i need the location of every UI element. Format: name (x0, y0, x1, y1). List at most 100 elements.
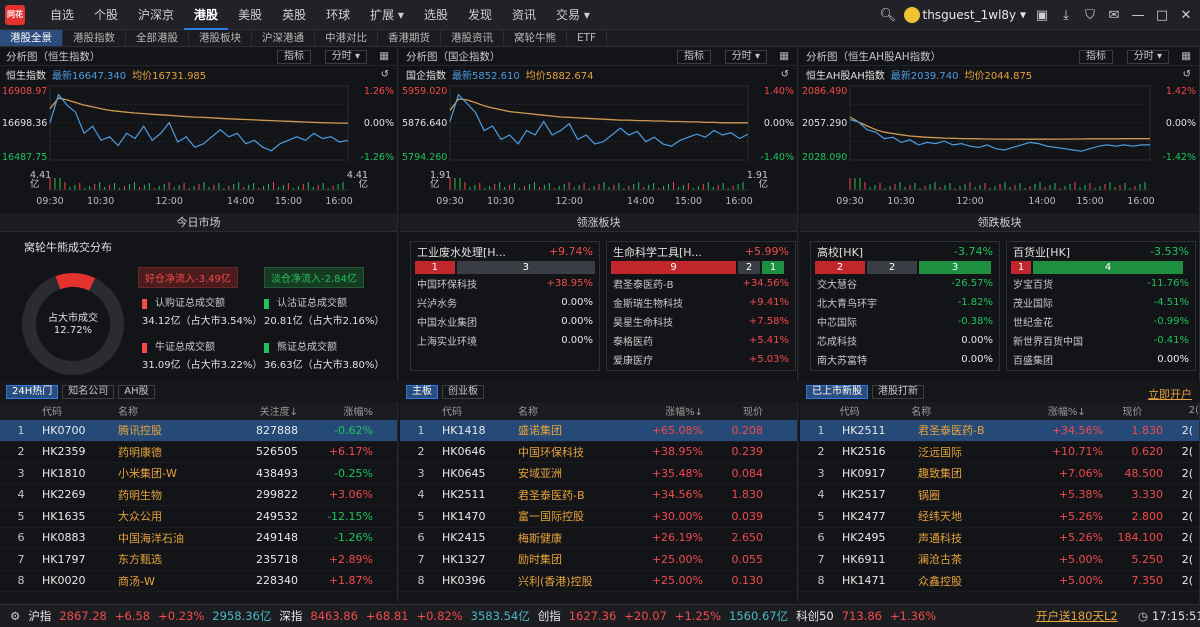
chart-pane-hscei[interactable]: 分析图（国企指数） 指标 分时 ▾ ▦ 国企指数 最新5852.610 均价5882.674… (400, 48, 798, 212)
reset-icon[interactable]: ↺ (781, 69, 789, 80)
sector-stock-row[interactable]: 百盛集团 0.00% (1007, 350, 1195, 369)
minimize-icon[interactable]: — (1130, 8, 1146, 23)
intraday-chart[interactable]: 5959.020 5876.640 5794.260 1.40% 0.00% -1.40%… (400, 82, 798, 212)
column-header[interactable]: 现价 (703, 403, 763, 418)
sh-index-label[interactable]: 沪指 (28, 608, 51, 624)
user-menu[interactable]: thsguest_1wl8y ▾ (903, 7, 1026, 23)
app-logo[interactable]: 同花顺 (5, 5, 25, 39)
shirt-icon[interactable]: ⛉ (1082, 8, 1098, 23)
period-dropdown[interactable]: 分时 ▾ (724, 50, 767, 64)
sector-stock-row[interactable]: 世纪金花 -0.99% (1007, 312, 1195, 331)
table-row[interactable]: 4 HK2269 药明生物 299822 +3.06% (0, 485, 397, 506)
kc-index-label[interactable]: 科创50 (796, 608, 834, 624)
nav-item-10[interactable]: 资讯 (502, 0, 546, 30)
tab-tabs_left-0[interactable]: 24H热门 (6, 385, 59, 399)
indicator-button[interactable]: 指标 (1079, 50, 1113, 64)
column-header[interactable]: 代码 (42, 403, 118, 418)
indicator-button[interactable]: 指标 (277, 50, 311, 64)
reset-icon[interactable]: ↺ (1183, 69, 1191, 80)
intraday-chart[interactable]: 2086.490 2057.290 2028.090 1.42% 0.00% -1.42%… (800, 82, 1198, 212)
subtab-5[interactable]: 中港对比 (315, 30, 378, 46)
reset-icon[interactable]: ↺ (381, 69, 389, 80)
sector-stock-row[interactable]: 交大慧谷 -26.57% (811, 274, 999, 293)
chart-pane-ah[interactable]: 分析图（恒生AH股AH指数） 指标 分时 ▾ ▦ 恒生AH股AH指数 最新2039.740… (800, 48, 1200, 212)
nav-item-0[interactable]: 自选 (40, 0, 84, 30)
maximize-icon[interactable]: □ (1154, 8, 1170, 23)
table-row[interactable]: 3 HK1810 小米集团-W 438493 -0.25% (0, 463, 397, 485)
table-row[interactable]: 5 HK1635 大众公用 249532 -12.15% (0, 506, 397, 528)
sector-stock-row[interactable]: 芯成科技 0.00% (811, 331, 999, 350)
subtab-2[interactable]: 全部港股 (126, 30, 189, 46)
table-row[interactable]: 8 HK0396 兴利(香港)控股 +25.00% 0.130 (400, 571, 797, 592)
table-row[interactable]: 3 HK0645 安域亚洲 +35.48% 0.084 (400, 463, 797, 485)
table-row[interactable]: 1 HK1418 盛诺集团 +65.08% 0.208 (400, 420, 797, 442)
sector-card[interactable]: 生命科学工具[H... +5.99% 9 2 1 君圣泰医药-B +34.56% 金斯瑞生物科… (606, 241, 796, 371)
period-dropdown[interactable]: 分时 ▾ (324, 50, 367, 64)
table-row[interactable]: 1 HK0700 腾讯控股 827888 -0.62% (0, 420, 397, 442)
sector-card[interactable]: 百货业[HK] -3.53% 1 4 岁宝百货 -11.76% 茂业国际 -4.51% 世纪金花… (1006, 241, 1196, 371)
tab-tabs_mid-1[interactable]: 创业板 (442, 385, 484, 399)
table-row[interactable]: 4 HK2517 锅圈 +5.38% 3.330 2( (800, 485, 1199, 506)
sector-stock-row[interactable]: 泰格医药 +5.41% (607, 331, 795, 350)
sector-stock-row[interactable]: 岁宝百货 -11.76% (1007, 274, 1195, 293)
sector-stock-row[interactable]: 北大青鸟环宇 -1.82% (811, 293, 999, 312)
table-row[interactable]: 2 HK0646 中国环保科技 +38.95% 0.239 (400, 442, 797, 463)
grid-icon[interactable]: ▦ (779, 50, 789, 62)
nav-item-4[interactable]: 美股 (228, 0, 272, 30)
nav-item-3[interactable]: 港股 (184, 0, 229, 30)
column-header[interactable]: 名称 (518, 403, 628, 418)
table-row[interactable]: 6 HK2495 声通科技 +5.26% 184.100 2( (800, 528, 1199, 549)
sector-stock-row[interactable]: 上海实业环境 0.00% (411, 331, 599, 350)
table-row[interactable]: 7 HK1327 励时集团 +25.00% 0.055 (400, 549, 797, 571)
tab-tabs_right-1[interactable]: 港股打新 (872, 385, 924, 399)
subtab-8[interactable]: 窝轮牛熊 (504, 30, 567, 46)
sector-stock-row[interactable]: 金斯瑞生物科技 +9.41% (607, 293, 795, 312)
table-row[interactable]: 7 HK6911 澜沧古茶 +5.00% 5.250 2( (800, 549, 1199, 571)
nav-item-6[interactable]: 环球 (316, 0, 360, 30)
table-row[interactable]: 5 HK1470 富一国际控股 +30.00% 0.039 (400, 506, 797, 528)
nav-item-11[interactable]: 交易 ▾ (546, 0, 600, 30)
table-row[interactable]: 6 HK2415 梅斯健康 +26.19% 2.650 (400, 528, 797, 549)
nav-item-9[interactable]: 发现 (458, 0, 502, 30)
subtab-0[interactable]: 港股全景 (0, 30, 63, 46)
column-header[interactable]: 名称 (911, 403, 1015, 418)
sector-stock-row[interactable]: 昊星生命科技 +7.58% (607, 312, 795, 331)
sector-card[interactable]: 高校[HK] -3.74% 2 2 3 交大慧谷 -26.57% 北大青鸟环宇 -1.82% 中芯… (810, 241, 1000, 371)
grid-icon[interactable]: ▦ (379, 50, 389, 62)
intraday-chart[interactable]: 16908.97 16698.36 16487.75 1.26% 0.00% -1.26%… (0, 82, 398, 212)
tab-tabs_left-1[interactable]: 知名公司 (62, 385, 115, 399)
sz-index-label[interactable]: 深指 (279, 608, 302, 624)
table-row[interactable]: 8 HK0020 商汤-W 228340 +1.87% (0, 571, 397, 592)
nav-item-7[interactable]: 扩展 ▾ (360, 0, 414, 30)
search-icon[interactable]: 🔍︎ (880, 8, 897, 23)
table-row[interactable]: 7 HK1797 东方甄选 235718 +2.89% (0, 549, 397, 571)
chart-pane-hsi[interactable]: 分析图（恒生指数） 指标 分时 ▾ ▦ 恒生指数 最新16647.340 均价16731.9… (0, 48, 398, 212)
column-header[interactable]: 涨幅%↓ (628, 403, 703, 418)
table-row[interactable]: 2 HK2359 药明康德 526505 +6.17% (0, 442, 397, 463)
column-header[interactable]: 代码 (442, 403, 518, 418)
column-header[interactable]: 代码 (840, 403, 912, 418)
cy-index-label[interactable]: 创指 (538, 608, 561, 624)
sector-stock-row[interactable]: 中国环保科技 +38.95% (411, 274, 599, 293)
nav-item-8[interactable]: 选股 (414, 0, 458, 30)
open-account-link[interactable]: 立即开户 (1148, 386, 1192, 402)
sector-stock-row[interactable]: 茂业国际 -4.51% (1007, 293, 1195, 312)
sector-stock-row[interactable]: 爱康医疗 +5.03% (607, 350, 795, 369)
column-header[interactable]: 2( (1142, 405, 1199, 416)
table-row[interactable]: 3 HK0917 趣致集团 +7.06% 48.500 2( (800, 463, 1199, 485)
nav-item-2[interactable]: 沪深京 (128, 0, 184, 30)
subtab-7[interactable]: 港股资讯 (441, 30, 504, 46)
table-row[interactable]: 6 HK0883 中国海洋石油 249148 -1.26% (0, 528, 397, 549)
subtab-6[interactable]: 香港期货 (378, 30, 441, 46)
table-row[interactable]: 4 HK2511 君圣泰医药-B +34.56% 1.830 (400, 485, 797, 506)
column-header[interactable]: 涨幅%↓ (1015, 403, 1086, 418)
tab-tabs_mid-0[interactable]: 主板 (406, 385, 438, 399)
column-header[interactable]: 关注度↓ (228, 403, 298, 418)
sector-stock-row[interactable]: 兴泸水务 0.00% (411, 293, 599, 312)
wallet-icon[interactable]: ▣ (1034, 8, 1050, 23)
sector-stock-row[interactable]: 南大苏富特 0.00% (811, 350, 999, 369)
tab-tabs_left-2[interactable]: AH股 (118, 385, 155, 399)
sector-stock-row[interactable]: 中芯国际 -0.38% (811, 312, 999, 331)
column-header[interactable]: 涨幅% (298, 403, 373, 418)
nav-item-5[interactable]: 英股 (272, 0, 316, 30)
